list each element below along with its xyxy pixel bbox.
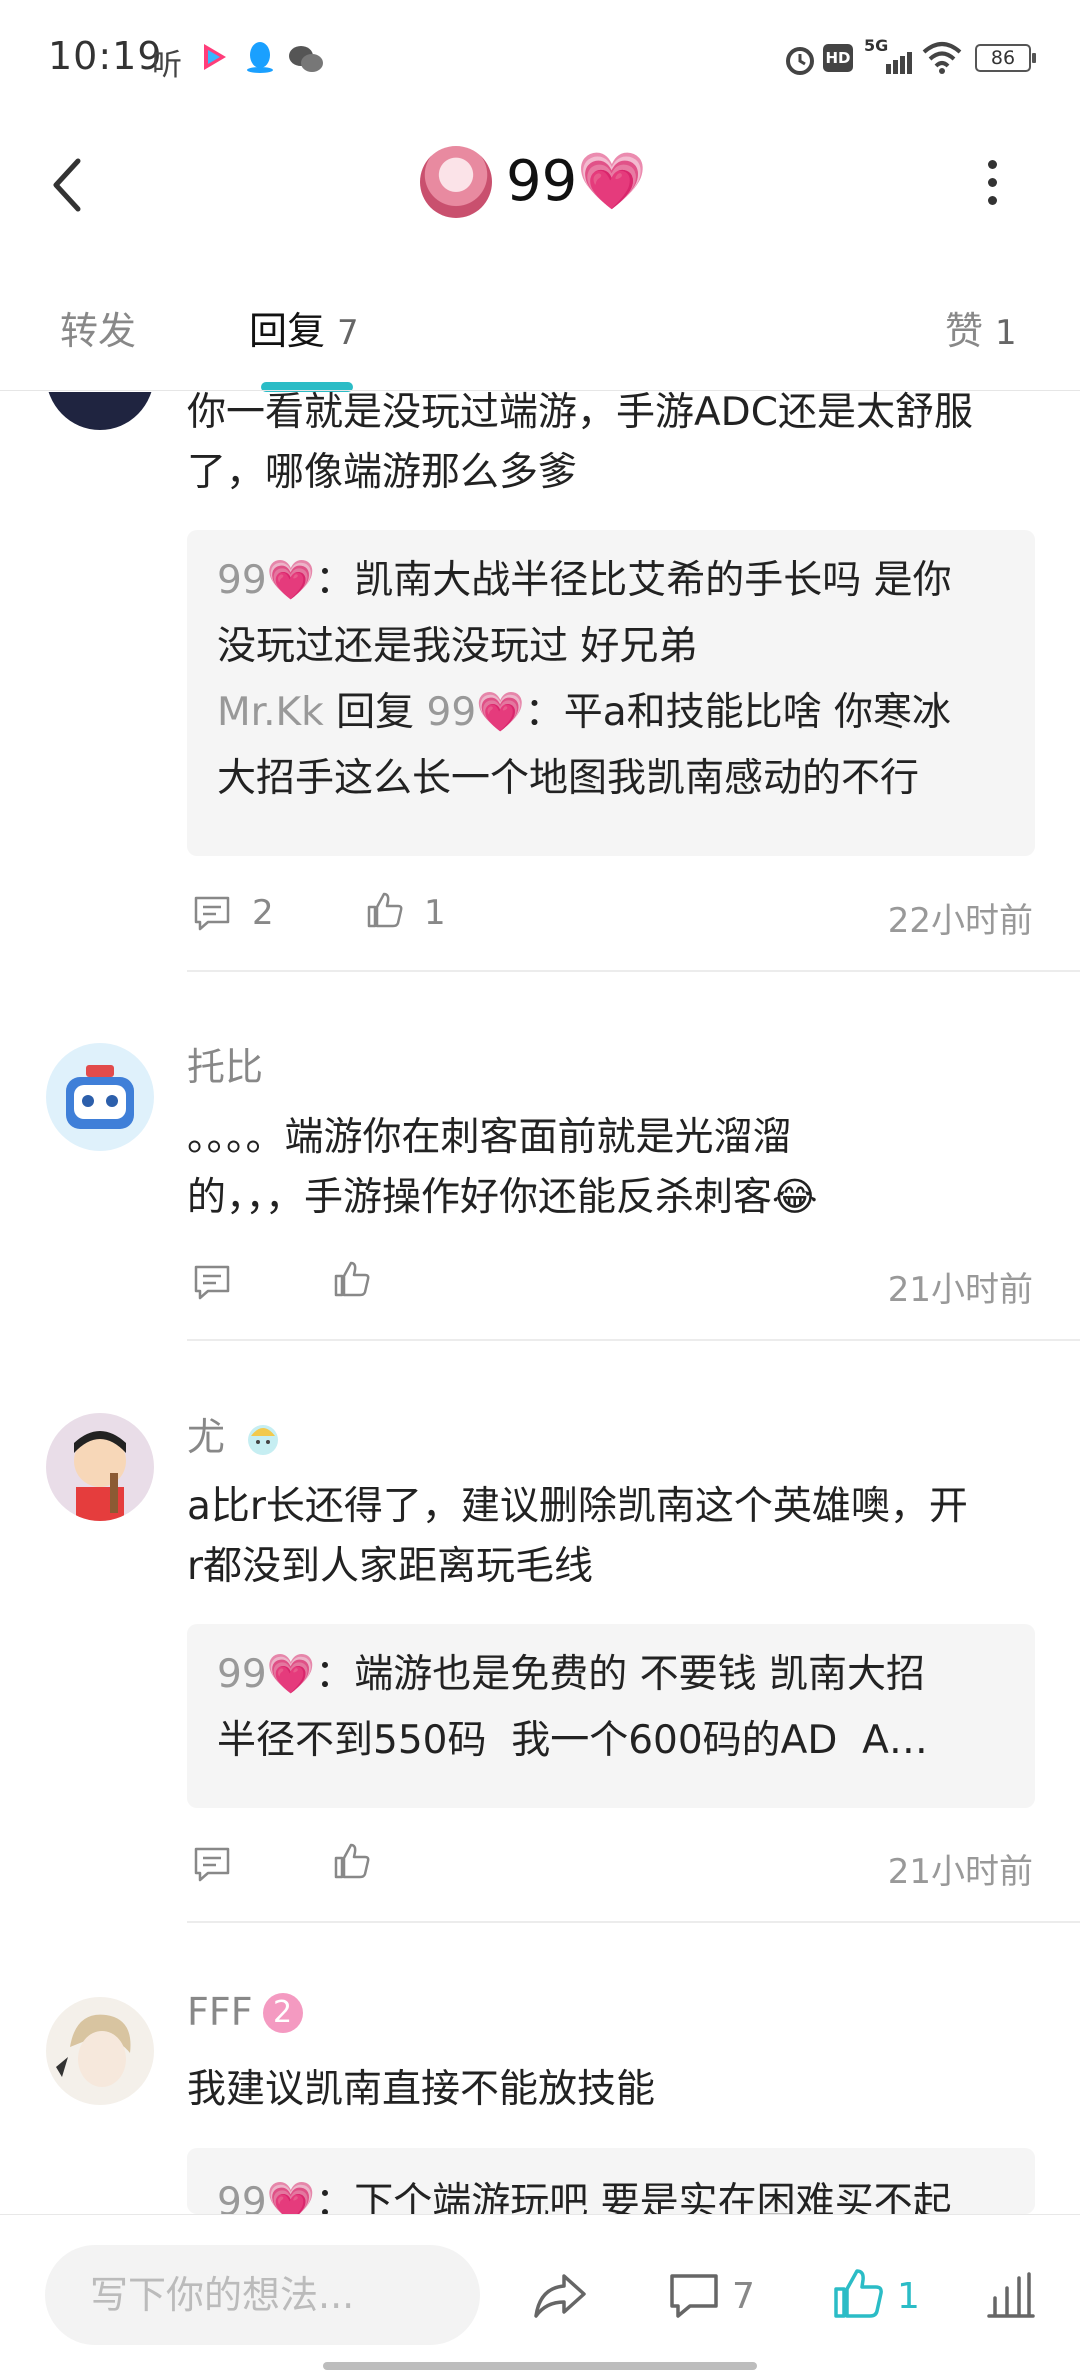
reply-text: 大招手这么长一个地图我凯南感动的不行 <box>217 756 920 801</box>
comment-line: 我建议凯南直接不能放技能 <box>187 2067 656 2112</box>
reply-line: Mr.Kk 回复 99💗：平a和技能比啥 你寒冰 <box>217 680 1005 746</box>
bottom-comment-count: 7 <box>732 2276 755 2317</box>
comment-text: 你一看就是没玩过端游，手游ADC还是太舒服 了，哪像端游那么多爹 <box>187 383 1047 503</box>
comment-icon[interactable] <box>668 2270 720 2322</box>
reply-line: 99💗：下个端游玩吧 要是实在困难买不起 <box>217 2170 1005 2214</box>
like-icon[interactable] <box>332 1259 372 1299</box>
divider <box>187 1921 1080 1923</box>
listen-icon: 听 <box>152 48 182 83</box>
reply-separator: ： <box>524 690 564 735</box>
reply-thread[interactable]: 99💗：凯南大战半径比艾希的手长吗 是你 没玩过还是我没玩过 好兄弟 Mr.Kk… <box>187 530 1035 856</box>
comment-icon[interactable] <box>192 893 232 933</box>
reply-separator: ： <box>315 2180 355 2214</box>
reply-line: 99💗：凯南大战半径比艾希的手长吗 是你 <box>217 548 1005 614</box>
tab-repost-label: 转发 <box>60 309 137 353</box>
comment-icon[interactable] <box>192 1262 232 1302</box>
comment-text: 。。。。端游你在刺客面前就是光溜溜 的，，，手游操作好你还能反杀刺客😂 <box>187 1108 1047 1228</box>
comment-time: 21小时前 <box>887 1270 1033 1310</box>
comment-author[interactable]: 托比 <box>187 1036 263 1091</box>
reply-text: 没玩过还是我没玩过 好兄弟 <box>217 624 698 669</box>
divider <box>187 1339 1080 1341</box>
comment-author-name: 尤 <box>187 1415 226 1459</box>
avatar[interactable] <box>46 1043 154 1151</box>
stats-icon[interactable] <box>985 2270 1037 2320</box>
reply-count: 2 <box>252 893 274 933</box>
reply-author[interactable]: 99💗 <box>217 2180 315 2214</box>
user-badge-icon <box>248 1425 279 1455</box>
qq-icon <box>247 42 273 73</box>
wifi-icon <box>922 42 962 74</box>
reply-text: 凯南大战半径比艾希的手长吗 是你 <box>354 558 952 603</box>
home-indicator <box>323 2362 757 2370</box>
bottom-like-count: 1 <box>897 2276 920 2317</box>
reply-text: 端游也是免费的 不要钱 凯南大招 <box>354 1652 925 1697</box>
comment-line: 的，，，手游操作好你还能反杀刺客😂 <box>187 1175 818 1220</box>
hd-icon: HD <box>823 44 853 72</box>
tab-replies[interactable]: 回复 7 <box>249 300 359 355</box>
comment-text: a比r长还得了，建议删除凯南这个英雄噢，开 r都没到人家距离玩毛线 <box>187 1477 1047 1597</box>
reply-thread[interactable]: 99💗：下个端游玩吧 要是实在困难买不起 <box>187 2148 1035 2214</box>
tab-likes-label: 赞 <box>945 309 984 353</box>
tab-replies-count: 7 <box>337 313 359 353</box>
comment-line: 了，哪像端游那么多爹 <box>187 450 578 495</box>
tab-likes[interactable]: 赞1 <box>945 300 1017 355</box>
reply-author[interactable]: 99💗 <box>217 1652 315 1697</box>
comment-time: 21小时前 <box>887 1852 1033 1892</box>
page-title-text: 99 <box>506 149 578 214</box>
comment-line: r都没到人家距离玩毛线 <box>187 1544 594 1589</box>
page-title: 99💗 <box>506 146 647 218</box>
comment-author-name: FFF <box>187 1990 253 2034</box>
comment-author[interactable]: FFF 2 <box>187 1990 303 2034</box>
like-icon[interactable] <box>832 2267 884 2321</box>
avatar[interactable] <box>46 1997 154 2105</box>
comment-line: 。。。。端游你在刺客面前就是光溜溜 <box>187 1115 792 1160</box>
reply-text: 下个端游玩吧 要是实在困难买不起 <box>354 2180 952 2214</box>
like-icon[interactable] <box>332 1841 372 1881</box>
tab-repost[interactable]: 转发 <box>60 300 136 355</box>
comment-line: a比r长还得了，建议删除凯南这个英雄噢，开 <box>187 1484 968 1529</box>
tab-likes-count: 1 <box>995 313 1017 353</box>
comment-time: 22小时前 <box>887 901 1033 941</box>
comment-author[interactable]: 尤 <box>187 1406 283 1461</box>
like-icon[interactable] <box>365 890 405 930</box>
more-options-icon[interactable] <box>985 160 999 206</box>
header-avatar[interactable] <box>420 146 492 218</box>
avatar[interactable] <box>46 1413 154 1521</box>
reply-author[interactable]: Mr.Kk <box>217 690 324 735</box>
comment-line: 你一看就是没玩过端游，手游ADC还是太舒服 <box>187 390 973 435</box>
reply-target[interactable]: 99💗 <box>427 690 525 735</box>
reply-author[interactable]: 99💗 <box>217 558 315 603</box>
back-icon[interactable] <box>48 155 88 215</box>
wechat-icon <box>289 46 323 72</box>
battery-indicator: 86 <box>975 44 1036 72</box>
alarm-icon <box>786 47 814 75</box>
reply-text: 平a和技能比啥 你寒冰 <box>563 690 951 735</box>
reply-thread[interactable]: 99💗：端游也是免费的 不要钱 凯南大招 半径不到550码 我一个600码的AD… <box>187 1624 1035 1808</box>
share-icon[interactable] <box>532 2270 588 2322</box>
divider <box>187 970 1080 972</box>
video-app-icon <box>204 44 226 70</box>
reply-line: 99💗：端游也是免费的 不要钱 凯南大招 <box>217 1642 1005 1708</box>
comment-icon[interactable] <box>192 1844 232 1884</box>
reply-separator: ： <box>315 1652 355 1697</box>
comment-input[interactable]: 写下你的想法... <box>45 2245 480 2345</box>
heart-emoji: 💗 <box>577 149 647 214</box>
status-bar: 10:19 听 HD 5G 86 <box>0 0 1080 118</box>
tab-replies-label: 回复 <box>249 309 326 353</box>
reply-word: 回复 <box>336 690 415 735</box>
like-count: 1 <box>424 893 446 933</box>
status-time: 10:19 <box>48 34 163 78</box>
comment-text: 我建议凯南直接不能放技能 <box>187 2060 1047 2120</box>
signal-icon <box>886 52 912 74</box>
level-badge: 2 <box>262 1993 303 2033</box>
reply-separator: ： <box>315 558 355 603</box>
reply-text: 半径不到550码 我一个600码的AD A… <box>217 1718 928 1763</box>
